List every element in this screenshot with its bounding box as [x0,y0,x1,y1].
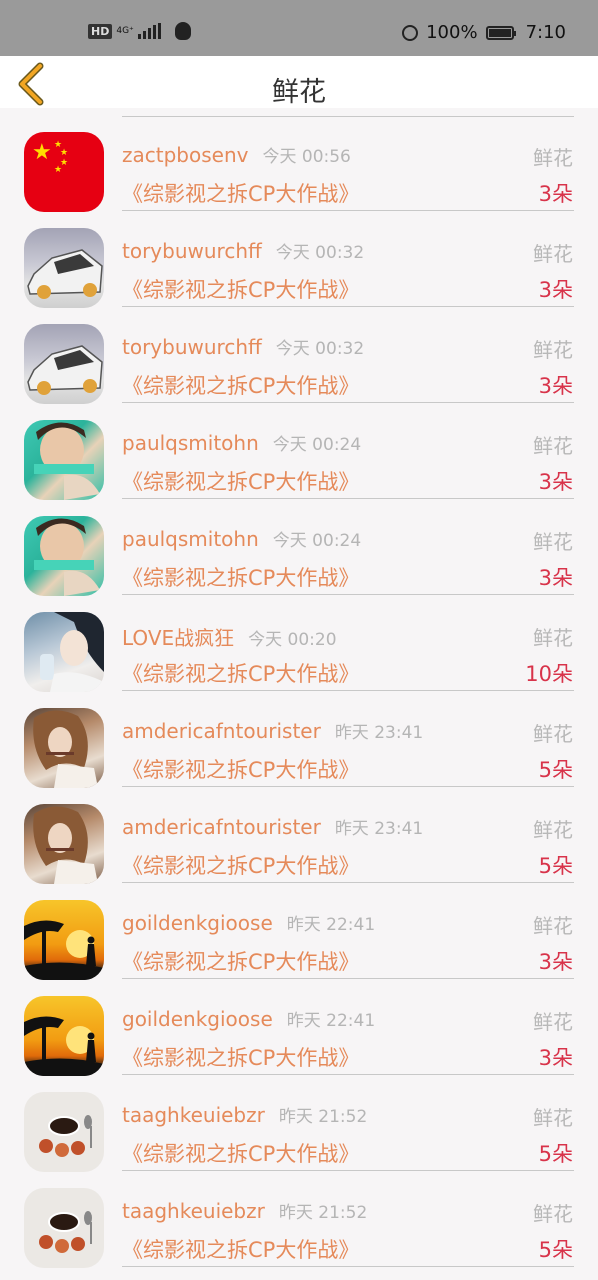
avatar[interactable] [24,324,104,404]
avatar[interactable] [24,900,104,980]
gift-count: 5朵 [538,1238,573,1262]
list-item[interactable]: amdericafntourister 昨天 23:41 鲜花 《综影视之拆CP大作战… [0,780,598,884]
username[interactable]: goildenkgioose [122,1007,273,1031]
timestamp: 昨天 23:41 [334,723,424,743]
gift-type: 鲜花 [533,626,573,650]
gift-type: 鲜花 [533,818,573,842]
divider [122,1266,574,1267]
avatar[interactable] [24,1092,104,1172]
status-bar: HD 4G⁺ 100% 7:10 [0,0,598,56]
qq-icon [174,22,191,40]
gift-type: 鲜花 [533,530,573,554]
timestamp: 今天 00:56 [262,147,351,167]
gift-type: 鲜花 [533,1202,573,1226]
timestamp: 昨天 23:41 [334,819,424,839]
user-line: torybuwurchff 今天 00:32 [122,334,364,359]
user-line: amdericafntourister 昨天 23:41 [122,718,423,743]
avatar[interactable] [24,1188,104,1268]
gift-type: 鲜花 [533,146,573,170]
status-right: 100% 7:10 [402,22,566,43]
timestamp: 昨天 21:52 [278,1107,368,1127]
user-line: paulqsmitohn 今天 00:24 [122,430,361,455]
timestamp: 今天 00:32 [275,243,365,263]
list-item[interactable]: goildenkgioose 昨天 22:41 鲜花 《综影视之拆CP大作战》 3朵 [0,876,598,980]
username[interactable]: taaghkeuiebzr [122,1199,265,1223]
user-line: goildenkgioose 昨天 22:41 [122,910,375,935]
timestamp: 昨天 21:52 [278,1203,368,1223]
gift-type: 鲜花 [533,722,573,746]
username[interactable]: paulqsmitohn [122,527,259,551]
user-line: paulqsmitohn 今天 00:24 [122,526,361,551]
signal-icon [137,23,161,39]
avatar[interactable] [24,996,104,1076]
battery-percent: 100% [426,22,478,43]
list-item[interactable]: LOVE战疯狂 今天 00:20 鲜花 《综影视之拆CP大作战》 10朵 [0,588,598,692]
user-line: amdericafntourister 昨天 23:41 [122,814,423,839]
network-type: 4G⁺ [116,25,134,36]
avatar[interactable]: ★ ★ ★ ★ ★ [24,132,104,212]
gift-type: 鲜花 [533,242,573,266]
username[interactable]: torybuwurchff [122,239,262,263]
username[interactable]: torybuwurchff [122,335,262,359]
timestamp: 今天 00:32 [275,339,365,359]
gift-type: 鲜花 [533,1106,573,1130]
username[interactable]: amdericafntourister [122,719,321,743]
list-item[interactable]: taaghkeuiebzr 昨天 21:52 鲜花 《综影视之拆CP大作战》 5朵 [0,1068,598,1172]
username[interactable]: taaghkeuiebzr [122,1103,265,1127]
username[interactable]: LOVE战疯狂 [122,626,234,650]
avatar[interactable] [24,420,104,500]
page-title: 鲜花 [272,77,326,108]
timestamp: 昨天 22:41 [286,915,376,935]
avatar[interactable] [24,228,104,308]
battery-icon [485,25,516,40]
user-line: torybuwurchff 今天 00:32 [122,238,364,263]
list-item[interactable]: torybuwurchff 今天 00:32 鲜花 《综影视之拆CP大作战》 3朵 [0,204,598,308]
timestamp: 今天 00:24 [272,435,362,455]
status-left: HD 4G⁺ [88,22,191,40]
gift-type: 鲜花 [533,434,573,458]
list-item[interactable]: paulqsmitohn 今天 00:24 鲜花 《综影视之拆CP大作战》 3朵 [0,492,598,596]
list-item[interactable]: paulqsmitohn 今天 00:24 鲜花 《综影视之拆CP大作战》 3朵 [0,396,598,500]
username[interactable]: paulqsmitohn [122,431,259,455]
list-item[interactable]: amdericafntourister 昨天 23:41 鲜花 《综影视之拆CP大作战… [0,684,598,788]
user-line: taaghkeuiebzr 昨天 21:52 [122,1198,367,1223]
nav-bar: 鲜花 [0,56,598,108]
timestamp: 今天 00:20 [248,630,337,650]
timestamp: 今天 00:24 [272,531,362,551]
alarm-icon [402,24,419,41]
username[interactable]: zactpbosenv [122,143,248,167]
hd-icon: HD [88,23,113,39]
user-line: taaghkeuiebzr 昨天 21:52 [122,1102,367,1127]
gift-type: 鲜花 [533,1010,573,1034]
user-line: goildenkgioose 昨天 22:41 [122,1006,375,1031]
timestamp: 昨天 22:41 [286,1011,376,1031]
clock: 7:10 [525,22,566,43]
work-title[interactable]: 《综影视之拆CP大作战》 [122,1234,359,1264]
list-item[interactable]: ★ ★ ★ ★ ★ zactpbosenv 今天 00:56 鲜花 《综影视之拆CP大作战》 3朵 [0,108,598,212]
avatar[interactable] [24,612,104,692]
user-line: LOVE战疯狂 今天 00:20 [122,622,337,651]
avatar[interactable] [24,708,104,788]
gift-type: 鲜花 [533,338,573,362]
list-item[interactable]: goildenkgioose 昨天 22:41 鲜花 《综影视之拆CP大作战》 3朵 [0,972,598,1076]
avatar[interactable] [24,804,104,884]
avatar[interactable] [24,516,104,596]
user-line: zactpbosenv 今天 00:56 [122,142,351,167]
list-item[interactable]: torybuwurchff 今天 00:32 鲜花 《综影视之拆CP大作战》 3朵 [0,300,598,404]
gift-type: 鲜花 [533,914,573,938]
username[interactable]: amdericafntourister [122,815,321,839]
username[interactable]: goildenkgioose [122,911,273,935]
list-item[interactable]: taaghkeuiebzr 昨天 21:52 鲜花《综影视之拆CP大作战》 5朵 [0,1164,598,1268]
